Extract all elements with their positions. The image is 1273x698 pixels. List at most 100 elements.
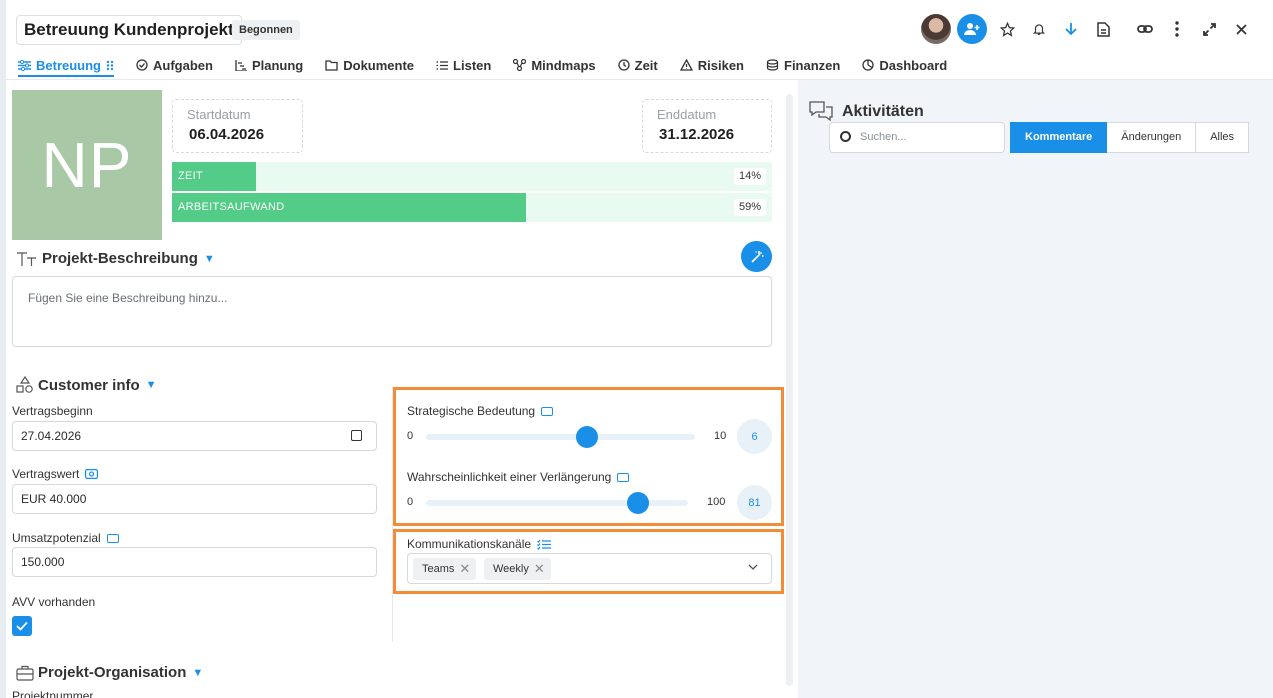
avatar[interactable] — [921, 14, 951, 44]
remove-chip-icon[interactable]: ✕ — [459, 558, 470, 580]
chevron-down-icon[interactable]: ▼ — [204, 253, 215, 265]
tab-planung[interactable]: Planung — [224, 54, 314, 76]
chevron-down-icon[interactable]: ▼ — [192, 667, 203, 679]
gantt-icon — [235, 59, 247, 71]
start-date-value: 06.04.2026 — [189, 126, 265, 143]
progress-percent: 14% — [733, 168, 766, 185]
slider-max: 100 — [707, 496, 726, 508]
slider-label-text: Wahrscheinlichkeit einer Verlängerung — [407, 470, 612, 484]
customer-info-header[interactable]: Customer info ▼ — [16, 376, 157, 394]
mindmap-icon — [513, 59, 527, 71]
list-icon — [436, 60, 449, 70]
vertragsbeginn-date-input[interactable]: 27.04.2026 — [12, 421, 377, 451]
description-title: Projekt-Beschreibung — [42, 250, 198, 267]
drag-grid-icon[interactable] — [106, 60, 114, 71]
favorite-button[interactable] — [991, 14, 1023, 44]
star-icon — [999, 21, 1015, 37]
text-format-icon — [17, 251, 36, 266]
project-avatar[interactable]: NP — [12, 90, 162, 240]
field-label-text: Umsatzpotenzial — [12, 531, 101, 545]
add-member-button[interactable] — [957, 14, 987, 44]
start-date-box[interactable]: Startdatum 06.04.2026 — [172, 99, 303, 153]
download-button[interactable] — [1055, 14, 1087, 44]
remove-chip-icon[interactable]: ✕ — [534, 558, 545, 580]
link-icon — [1137, 25, 1153, 33]
search-icon — [840, 131, 851, 142]
filter-kommentare[interactable]: Kommentare — [1010, 122, 1108, 153]
chip-label: Weekly — [493, 563, 529, 575]
close-button[interactable] — [1225, 14, 1257, 44]
field-label-text: AVV vorhanden — [12, 595, 96, 609]
coins-icon — [766, 59, 779, 71]
description-header[interactable]: Projekt-Beschreibung ▼ — [16, 250, 215, 267]
tab-betreuung[interactable]: Betreuung — [16, 54, 125, 76]
vertragswert-label: Vertragswert — [12, 467, 99, 481]
filter-aenderungen[interactable]: Änderungen — [1107, 122, 1197, 153]
slider-value-badge: 6 — [737, 419, 772, 454]
kanaele-label: Kommunikationskanäle — [407, 537, 552, 551]
tab-label: Betreuung — [36, 57, 101, 73]
tab-zeit[interactable]: Zeit — [607, 54, 669, 76]
tab-dashboard[interactable]: Dashboard — [851, 54, 958, 76]
activities-search-input[interactable]: Suchen... — [829, 122, 1005, 153]
folder-icon — [325, 59, 338, 71]
chevron-down-icon[interactable]: ▼ — [146, 379, 157, 391]
field-value: 150.000 — [21, 555, 65, 569]
progress-percent: 59% — [733, 199, 766, 216]
field-label-text: Kommunikationskanäle — [407, 537, 532, 551]
chip-teams[interactable]: Teams ✕ — [413, 558, 477, 580]
progress-label: ZEIT — [178, 170, 204, 182]
organisation-header[interactable]: Projekt-Organisation ▼ — [16, 664, 203, 681]
organisation-title: Projekt-Organisation — [38, 664, 187, 681]
tab-risiken[interactable]: Risiken — [669, 54, 755, 76]
ai-assist-button[interactable] — [741, 241, 772, 272]
verlaengerung-slider[interactable] — [426, 492, 688, 514]
chip-weekly[interactable]: Weekly ✕ — [484, 558, 551, 580]
projektnummer-label: Projektnummer — [12, 689, 93, 698]
bell-icon — [1032, 24, 1046, 35]
number-field-icon — [541, 406, 554, 416]
avv-checkbox[interactable] — [12, 616, 32, 636]
slider-max: 10 — [714, 430, 727, 442]
briefcase-icon — [16, 665, 34, 681]
expand-button[interactable] — [1193, 14, 1225, 44]
notifications-button[interactable] — [1023, 14, 1055, 44]
copy-link-button[interactable] — [1129, 14, 1161, 44]
field-label-text: Projektnummer — [12, 689, 94, 698]
comments-icon — [809, 101, 833, 122]
end-date-box[interactable]: Enddatum 31.12.2026 — [642, 99, 772, 153]
chevron-down-icon[interactable] — [747, 561, 759, 573]
tab-label: Risiken — [697, 57, 744, 73]
tab-listen[interactable]: Listen — [425, 54, 502, 76]
tab-bar: Betreuung Aufgaben Planung Dokumente Lis… — [16, 54, 958, 78]
more-vertical-icon — [1175, 21, 1179, 37]
chip-label: Teams — [422, 563, 455, 575]
tab-mindmaps[interactable]: Mindmaps — [502, 54, 606, 76]
project-title[interactable]: Betreuung Kundenprojekt — [16, 15, 242, 45]
document-button[interactable] — [1087, 14, 1119, 44]
tab-finanzen[interactable]: Finanzen — [755, 54, 851, 76]
status-badge[interactable]: Begonnen — [232, 20, 300, 40]
strategische-bedeutung-slider[interactable] — [426, 426, 695, 448]
tab-aufgaben[interactable]: Aufgaben — [125, 54, 224, 76]
field-label-text: Vertragsbeginn — [12, 404, 93, 418]
warning-icon — [679, 59, 693, 71]
search-placeholder: Suchen... — [860, 131, 907, 143]
umsatzpotenzial-input[interactable]: 150.000 — [12, 547, 377, 577]
description-input[interactable]: Fügen Sie eine Beschreibung hinzu... — [12, 276, 772, 347]
more-options-button[interactable] — [1161, 14, 1193, 44]
calendar-icon[interactable] — [351, 430, 362, 441]
umsatzpotenzial-label: Umsatzpotenzial — [12, 531, 119, 545]
filter-alles[interactable]: Alles — [1196, 122, 1250, 153]
activities-title: Aktivitäten — [842, 103, 924, 120]
tab-dokumente[interactable]: Dokumente — [314, 54, 425, 76]
header-actions — [921, 14, 1257, 44]
end-date-value: 31.12.2026 — [659, 126, 735, 143]
slider-min: 0 — [407, 430, 414, 442]
number-field-icon — [617, 472, 630, 482]
tab-label: Planung — [251, 57, 304, 73]
vertragswert-input[interactable]: EUR 40.000 — [12, 484, 377, 514]
kanaele-multiselect[interactable]: Teams ✕ Weekly ✕ — [407, 553, 772, 584]
field-label-text: Vertragswert — [12, 467, 80, 481]
left-panel-scrollbar[interactable] — [786, 94, 793, 686]
